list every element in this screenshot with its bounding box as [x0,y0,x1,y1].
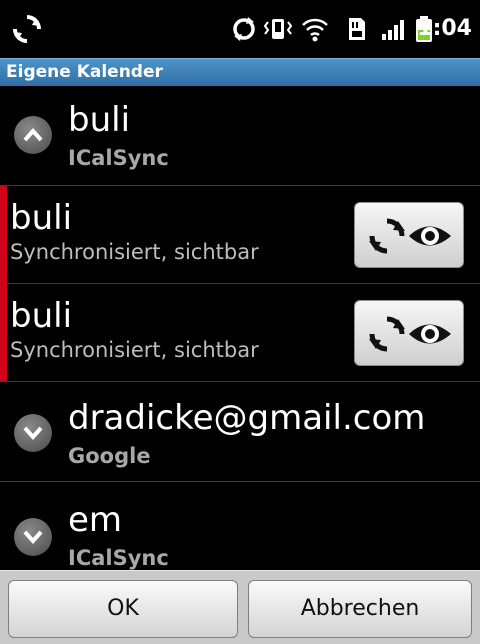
account-group-buli[interactable]: buli ICalSync [0,86,480,186]
account-title: dradicke@gmail.com [68,398,426,438]
calendar-color-bar [0,186,7,283]
calendar-status: Synchronisiert, sichtbar [10,338,259,362]
account-group-em[interactable]: em ICalSync [0,482,480,570]
page-title: Eigene Kalender [6,62,163,82]
chevron-up-icon[interactable] [14,116,52,154]
account-type: ICalSync [68,546,169,570]
cancel-button[interactable]: Abbrechen [248,580,472,638]
signal-icon [382,20,404,40]
button-bar: OK Abbrechen [0,570,480,644]
chevron-down-icon[interactable] [14,414,52,452]
calendar-item[interactable]: buli Synchronisiert, sichtbar [0,186,480,284]
sd-card-icon [349,18,365,40]
sync-spinner-icon [13,15,41,43]
sync-visible-icon [369,316,451,352]
calendar-list[interactable]: buli ICalSync buli Synchronisiert, sicht… [0,86,480,570]
account-title: em [68,500,123,540]
calendar-title: buli [10,198,73,238]
account-type: Google [68,444,151,468]
sync-visible-icon [369,218,451,254]
ok-button[interactable]: OK [8,580,238,638]
calendar-item[interactable]: buli Synchronisiert, sichtbar [0,284,480,382]
account-group-google[interactable]: dradicke@gmail.com Google [0,382,480,482]
sync-icon [233,17,255,41]
sync-visible-toggle-button[interactable] [354,202,464,268]
account-type: ICalSync [68,146,169,170]
sync-visible-toggle-button[interactable] [354,300,464,366]
vibrate-icon [263,19,293,39]
calendar-color-bar [0,284,7,381]
chevron-down-icon[interactable] [14,518,52,556]
title-bar: Eigene Kalender [0,58,480,86]
status-time: 1:04 [417,16,472,41]
calendar-title: buli [10,296,73,336]
status-bar: 1:04 [0,0,480,58]
account-title: buli [68,100,131,140]
wifi-icon [302,18,328,42]
calendar-status: Synchronisiert, sichtbar [10,240,259,264]
